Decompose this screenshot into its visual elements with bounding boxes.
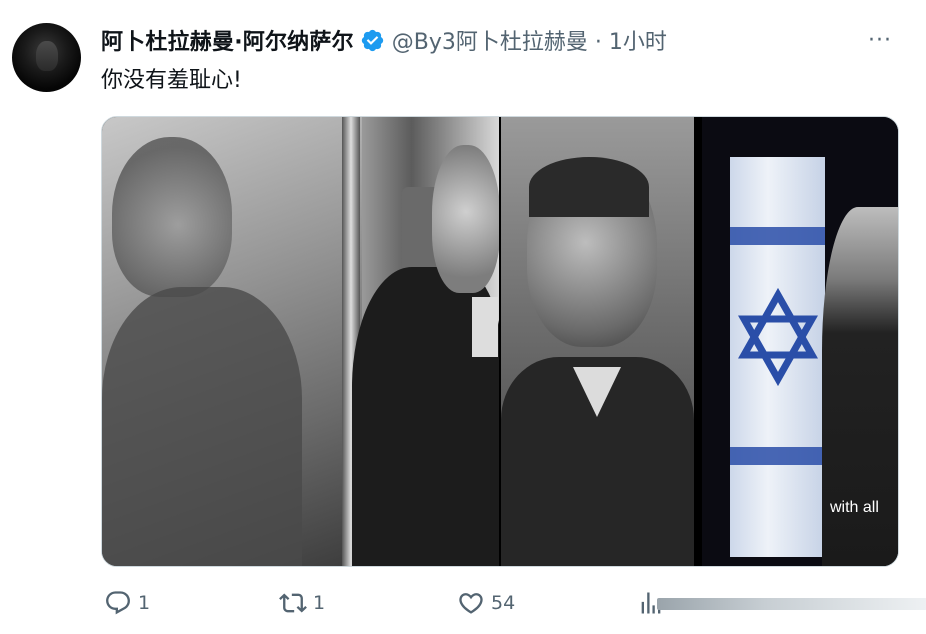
retweet-button[interactable]: 1 [279,585,325,621]
media-panel-middle [501,117,694,566]
media-panel-right: with all [702,117,898,566]
reply-count: 1 [138,592,151,614]
like-count: 54 [491,592,516,614]
reply-button[interactable]: 1 [104,585,150,621]
tweet-text: 你没有羞耻心! [101,68,242,93]
retweet-icon [279,593,307,613]
reflection-body [102,287,302,566]
avatar[interactable] [12,23,81,92]
flag-stripe-top [730,227,825,245]
views-count-redacted [657,598,926,610]
action-bar: 1 1 54 [101,585,926,621]
video-caption: with all [830,499,879,516]
seated-man-shirt [472,297,498,357]
star-of-david-icon [738,287,818,387]
media-image[interactable]: with all [101,116,899,567]
portrait-hair [529,157,649,217]
media-panel-left [102,117,499,566]
like-button[interactable]: 54 [457,585,515,621]
flag-stripe-bottom [730,447,825,465]
reflection-head [112,137,232,297]
seated-man-head [432,145,499,293]
handle-and-time[interactable]: @By3阿卜杜拉赫曼 · 1小时 [392,24,667,56]
display-name[interactable]: 阿卜杜拉赫曼·阿尔纳萨尔 [101,24,354,56]
reply-icon [106,591,130,615]
retweet-count: 1 [313,592,326,614]
heart-icon [459,593,483,614]
tweet-header: 阿卜杜拉赫曼·阿尔纳萨尔 @By3阿卜杜拉赫曼 · 1小时 [101,23,801,57]
verified-badge-icon [361,29,383,51]
avatar-face [36,41,58,71]
more-options-button[interactable]: ··· [866,28,894,53]
